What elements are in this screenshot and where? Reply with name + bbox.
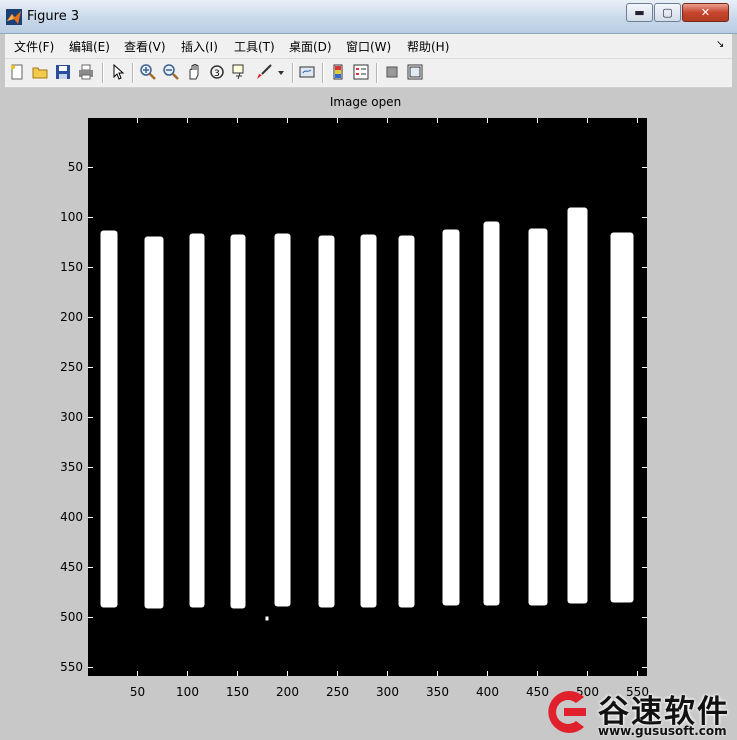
white-bar-2 bbox=[144, 236, 164, 609]
menu-tools[interactable]: 工具(T) bbox=[234, 38, 275, 55]
menu-window[interactable]: 窗口(W) bbox=[346, 38, 391, 55]
white-bar-5 bbox=[274, 233, 291, 607]
image-axes[interactable] bbox=[88, 118, 647, 676]
menu-insert[interactable]: 插入(I) bbox=[181, 38, 218, 55]
white-bar-12 bbox=[567, 207, 588, 604]
data-cursor-icon[interactable] bbox=[232, 64, 248, 80]
white-bar-11 bbox=[528, 228, 548, 606]
save-icon[interactable] bbox=[55, 64, 71, 80]
y-tick-label: 450 bbox=[60, 559, 83, 574]
x-tick-label: 150 bbox=[226, 685, 249, 699]
axes-title: Image open bbox=[329, 95, 402, 109]
menu-overflow-icon[interactable]: ↘ bbox=[716, 39, 724, 50]
y-tick-label: 100 bbox=[60, 209, 83, 224]
y-tick-label: 50 bbox=[67, 159, 83, 174]
colorbar-icon[interactable] bbox=[330, 64, 346, 80]
close-button[interactable]: ✕ bbox=[682, 3, 729, 22]
new-figure-icon[interactable] bbox=[9, 64, 25, 80]
y-tick-label: 550 bbox=[60, 659, 83, 674]
white-bar-7 bbox=[360, 234, 377, 608]
menu-edit[interactable]: 编辑(E) bbox=[69, 38, 110, 55]
brush-icon[interactable] bbox=[256, 64, 272, 80]
x-tick-label: 100 bbox=[176, 685, 199, 699]
title-bar[interactable]: Figure 3 ▬ ▢ ✕ bbox=[0, 0, 737, 34]
y-tick-label: 300 bbox=[60, 409, 83, 424]
y-tick-label: 350 bbox=[60, 459, 83, 474]
white-bar-6 bbox=[318, 235, 335, 608]
toolbar-separator bbox=[102, 63, 104, 83]
close-icon: ✕ bbox=[700, 6, 711, 19]
white-bar-8 bbox=[398, 235, 415, 608]
figure-toolbar: 3 bbox=[5, 59, 732, 88]
y-tick-label: 250 bbox=[60, 359, 83, 374]
x-tick-label: 400 bbox=[476, 685, 499, 699]
legend-icon[interactable] bbox=[353, 64, 369, 80]
white-bar-9 bbox=[442, 229, 460, 606]
minimize-icon: ▬ bbox=[634, 6, 645, 19]
rotate-3d-icon[interactable]: 3 bbox=[209, 64, 225, 80]
noise-speck bbox=[265, 616, 269, 621]
gususoft-logo-icon bbox=[548, 691, 586, 733]
open-file-icon[interactable] bbox=[32, 64, 48, 80]
menu-view[interactable]: 查看(V) bbox=[124, 38, 166, 55]
pan-hand-icon[interactable] bbox=[186, 64, 202, 80]
toolbar-separator bbox=[322, 63, 324, 83]
brush-dropdown-icon[interactable] bbox=[276, 64, 286, 80]
binary-image bbox=[88, 118, 647, 676]
white-bar-1 bbox=[100, 230, 118, 608]
menu-file[interactable]: 文件(F) bbox=[14, 38, 54, 55]
window-title: Figure 3 bbox=[27, 9, 80, 24]
white-bar-3 bbox=[189, 233, 205, 608]
menu-bar: 文件(F) 编辑(E) 查看(V) 插入(I) 工具(T) 桌面(D) 窗口(W… bbox=[5, 34, 732, 59]
matlab-figure-window: Figure 3 ▬ ▢ ✕ 文件(F) 编辑(E) 查看(V) 插入(I) 工… bbox=[0, 0, 737, 740]
toolbar-separator bbox=[376, 63, 378, 83]
x-tick-label: 350 bbox=[426, 685, 449, 699]
hide-plot-tools-icon[interactable] bbox=[384, 64, 400, 80]
x-tick-label: 200 bbox=[276, 685, 299, 699]
toolbar-separator bbox=[292, 63, 294, 83]
svg-text:3: 3 bbox=[214, 69, 220, 79]
zoom-out-icon[interactable] bbox=[163, 64, 179, 80]
white-bar-4 bbox=[230, 234, 246, 609]
menu-desktop[interactable]: 桌面(D) bbox=[289, 38, 332, 55]
edit-plot-arrow-icon[interactable] bbox=[110, 64, 126, 80]
show-plot-tools-icon[interactable] bbox=[407, 64, 423, 80]
toolbar-separator bbox=[132, 63, 134, 83]
maximize-icon: ▢ bbox=[662, 6, 673, 19]
x-tick-label: 50 bbox=[129, 685, 146, 699]
maximize-button[interactable]: ▢ bbox=[654, 3, 681, 22]
white-bar-13 bbox=[610, 232, 634, 603]
watermark-url: www.gususoft.com bbox=[598, 724, 727, 738]
menu-help[interactable]: 帮助(H) bbox=[407, 38, 449, 55]
print-icon[interactable] bbox=[78, 64, 94, 80]
link-plot-icon[interactable] bbox=[299, 64, 315, 80]
minimize-button[interactable]: ▬ bbox=[626, 3, 653, 22]
x-tick-label: 250 bbox=[326, 685, 349, 699]
matlab-logo-icon bbox=[6, 9, 22, 25]
y-tick-label: 200 bbox=[60, 309, 83, 324]
watermark: 谷速软件 www.gususoft.com bbox=[538, 684, 737, 740]
white-bar-10 bbox=[483, 221, 500, 606]
y-tick-label: 500 bbox=[60, 609, 83, 624]
x-tick-label: 300 bbox=[376, 685, 399, 699]
y-tick-label: 150 bbox=[60, 259, 83, 274]
y-tick-label: 400 bbox=[60, 509, 83, 524]
zoom-in-icon[interactable] bbox=[140, 64, 156, 80]
